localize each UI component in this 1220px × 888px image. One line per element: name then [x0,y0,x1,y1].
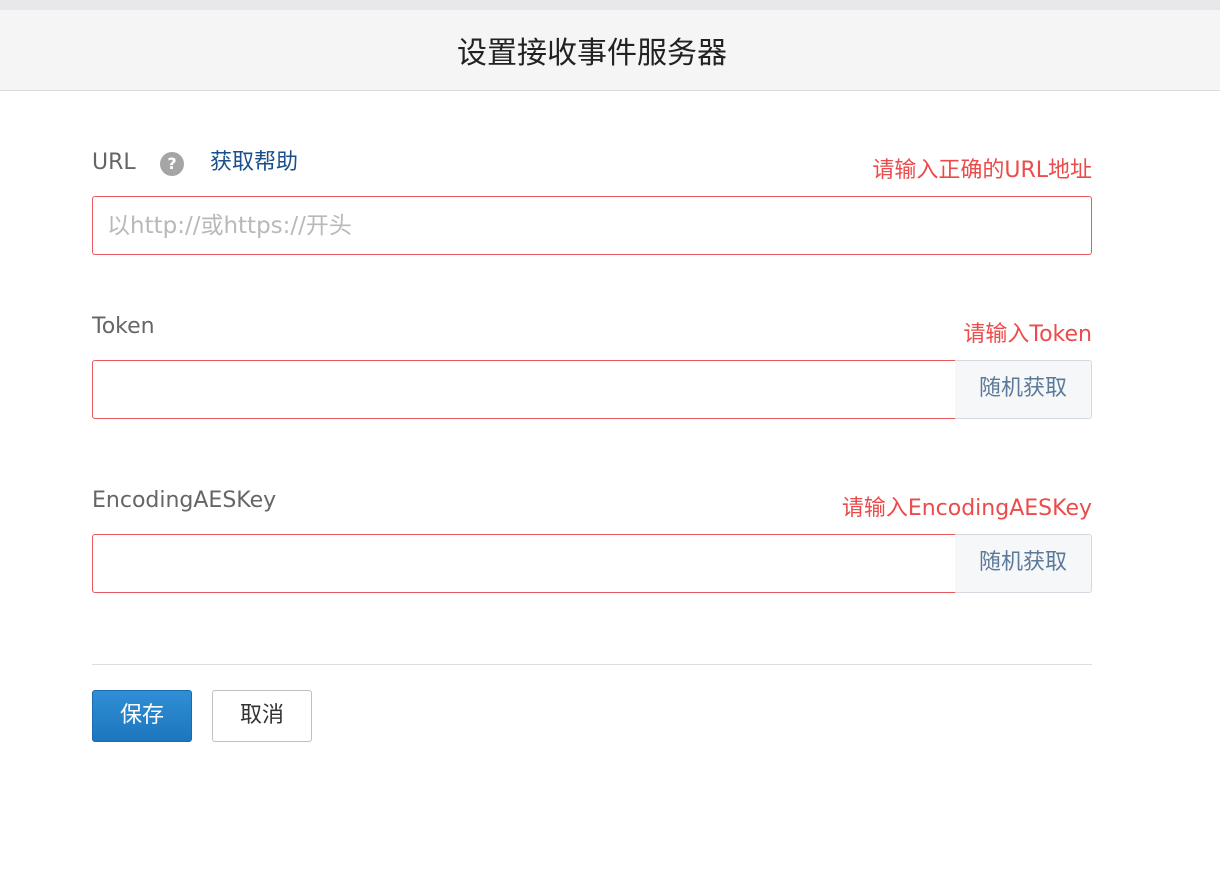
form-divider [92,664,1092,665]
token-error-message: 请输入Token [963,322,1092,347]
aes-key-error-message: 请输入EncodingAESKey [841,496,1092,521]
save-button[interactable]: 保存 [92,690,192,742]
url-input[interactable] [92,196,1092,255]
aes-key-random-button[interactable]: 随机获取 [955,534,1092,593]
cancel-button[interactable]: 取消 [212,690,312,742]
window-top-strip [0,0,1220,10]
url-error-message: 请输入正确的URL地址 [872,158,1092,183]
aes-key-label: EncodingAESKey [92,488,277,513]
get-help-link[interactable]: 获取帮助 [210,148,298,178]
page-title: 设置接收事件服务器 [457,36,727,71]
aes-key-input[interactable] [92,534,956,593]
question-circle-icon[interactable]: ? [160,152,184,176]
url-label: URL [92,150,136,175]
token-input[interactable] [92,360,956,419]
token-random-button[interactable]: 随机获取 [955,360,1092,419]
dialog-header: 设置接收事件服务器 [0,10,1220,91]
token-label: Token [92,314,155,339]
